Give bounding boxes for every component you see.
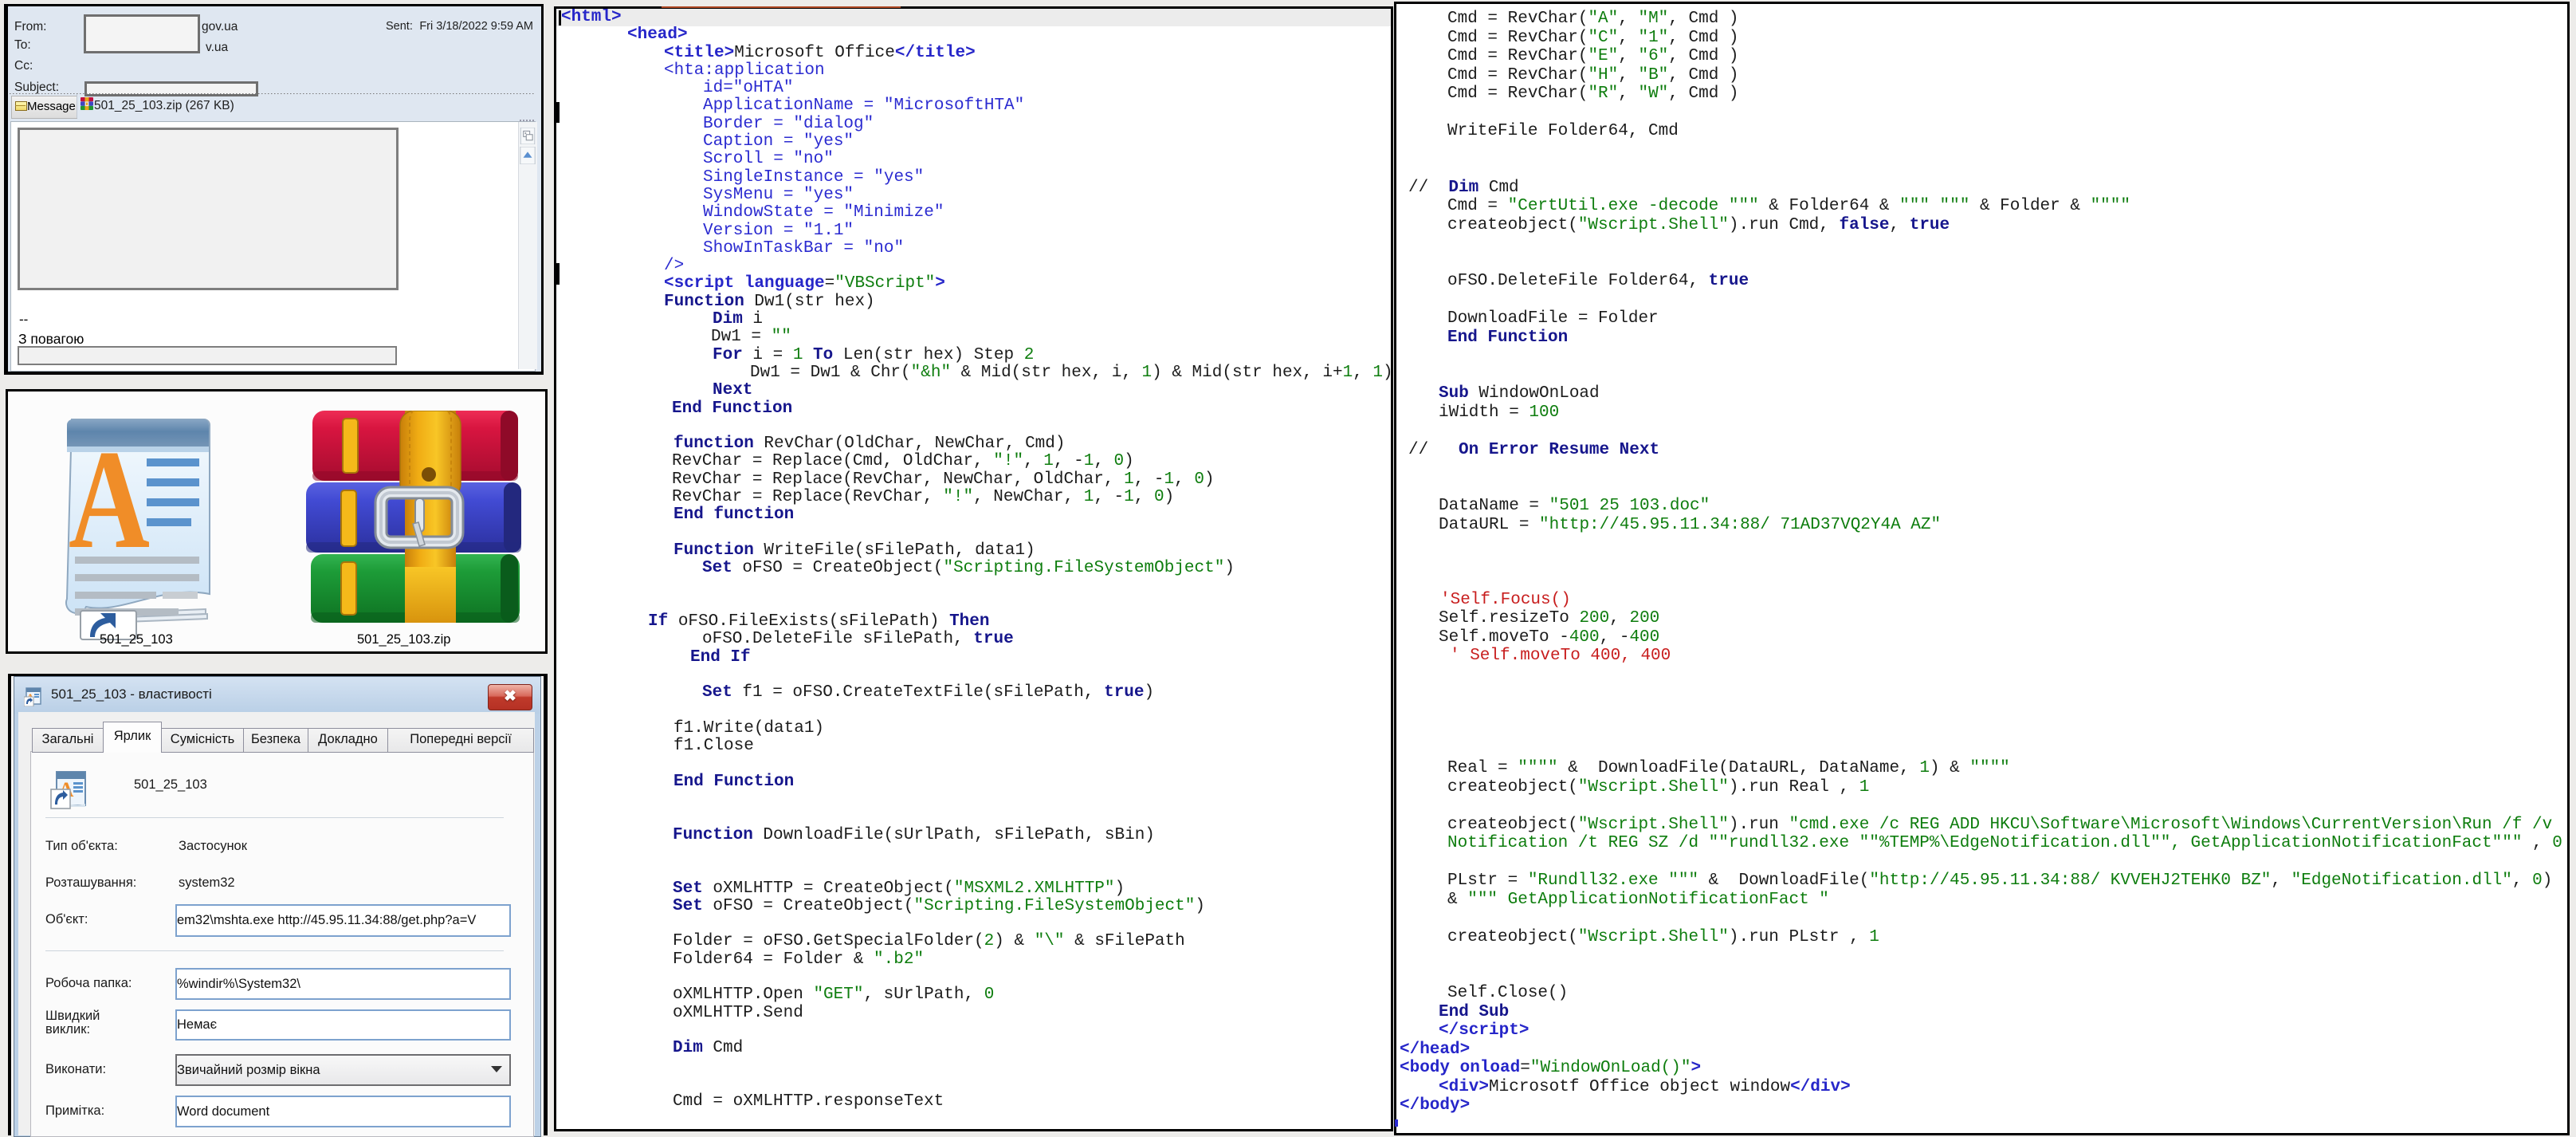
svg-text:A: A	[69, 420, 150, 578]
